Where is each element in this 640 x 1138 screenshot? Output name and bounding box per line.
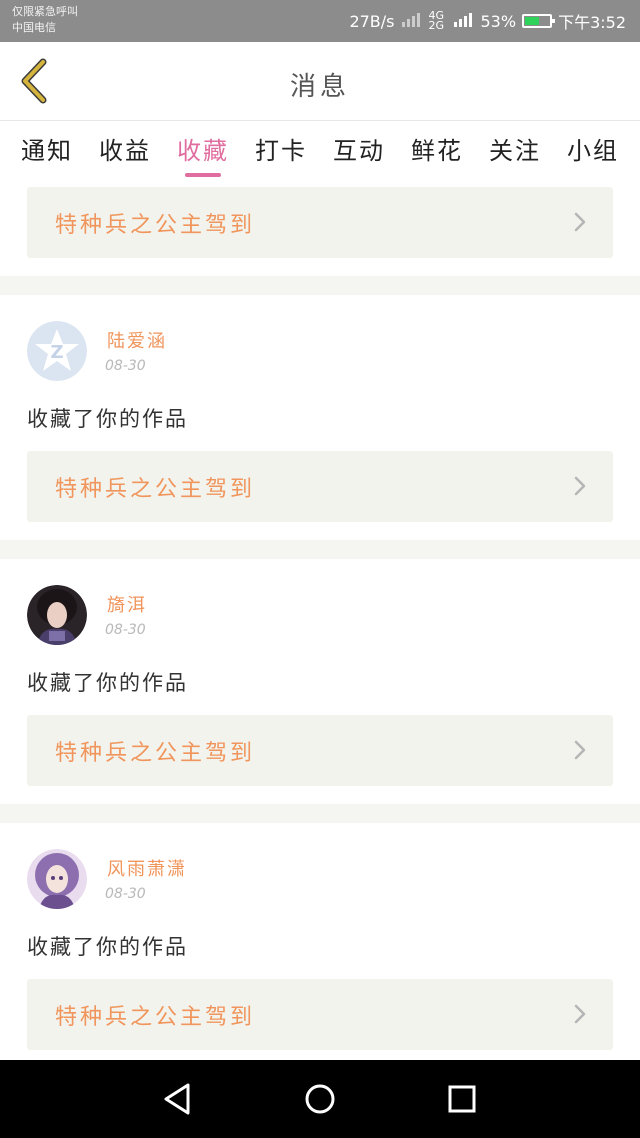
work-link[interactable]: 特种兵之公主驾到 bbox=[27, 451, 613, 522]
recents-nav-button[interactable] bbox=[442, 1079, 482, 1119]
chevron-right-icon bbox=[574, 476, 586, 496]
work-link[interactable]: 特种兵之公主驾到 bbox=[27, 715, 613, 786]
tab-label: 打卡 bbox=[255, 137, 307, 165]
work-title: 特种兵之公主驾到 bbox=[55, 1005, 256, 1030]
carrier-line-1: 仅限紧急呼叫 bbox=[12, 5, 78, 18]
work-title: 特种兵之公主驾到 bbox=[55, 741, 256, 766]
chevron-right-icon bbox=[574, 1004, 586, 1024]
tab-interaction[interactable]: 互动 bbox=[333, 121, 385, 181]
signal-icon bbox=[401, 10, 423, 32]
tab-label: 收益 bbox=[99, 137, 151, 165]
anime-avatar-icon bbox=[27, 849, 87, 909]
divider bbox=[0, 540, 640, 559]
date-text: 08-30 bbox=[105, 622, 146, 638]
network-type: 4G 2G bbox=[428, 9, 445, 32]
tab-bar: 通知 收益 收藏 打卡 互动 鲜花 关注 小组 bbox=[0, 121, 640, 181]
date-text: 08-30 bbox=[105, 886, 146, 902]
carrier-line-2: 中国电信 bbox=[12, 21, 56, 34]
avatar[interactable] bbox=[27, 849, 87, 909]
square-recents-icon bbox=[448, 1085, 476, 1113]
navigation-bar bbox=[0, 1060, 640, 1138]
work-title: 特种兵之公主驾到 bbox=[55, 477, 256, 502]
date-text: 08-30 bbox=[105, 358, 146, 374]
work-title: 特种兵之公主驾到 bbox=[55, 213, 256, 238]
tab-label: 鲜花 bbox=[411, 137, 463, 165]
svg-text:Z: Z bbox=[50, 342, 63, 363]
tab-label: 收藏 bbox=[177, 137, 229, 165]
list-item: 特种兵之公主驾到 bbox=[0, 181, 640, 276]
header: 消息 bbox=[0, 42, 640, 121]
user-name[interactable]: 陆爱涵 bbox=[107, 327, 167, 353]
divider bbox=[0, 276, 640, 295]
avatar[interactable] bbox=[27, 585, 87, 645]
divider bbox=[0, 804, 640, 823]
list-item: Z 陆爱涵 08-30 收藏了你的作品 特种兵之公主驾到 bbox=[0, 295, 640, 540]
chevron-right-icon bbox=[574, 212, 586, 232]
page-title: 消息 bbox=[289, 72, 350, 102]
tab-earnings[interactable]: 收益 bbox=[99, 121, 151, 181]
tab-group[interactable]: 小组 bbox=[567, 121, 619, 181]
home-nav-button[interactable] bbox=[300, 1079, 340, 1119]
circle-home-icon bbox=[305, 1084, 335, 1114]
tab-label: 互动 bbox=[333, 137, 385, 165]
back-nav-button[interactable] bbox=[158, 1079, 198, 1119]
status-indicators: 27B/s 4G 2G 53% 下午3:52 bbox=[349, 0, 626, 42]
user-name[interactable]: 旖洱 bbox=[107, 591, 147, 617]
signal-icon-2 bbox=[453, 10, 475, 32]
list-item: 旖洱 08-30 收藏了你的作品 特种兵之公主驾到 bbox=[0, 559, 640, 804]
user-photo-icon bbox=[27, 585, 87, 645]
message-text: 收藏了你的作品 bbox=[27, 407, 188, 431]
tab-label: 小组 bbox=[567, 137, 619, 165]
message-text: 收藏了你的作品 bbox=[27, 671, 188, 695]
clock: 下午3:52 bbox=[558, 13, 626, 32]
chevron-right-icon bbox=[574, 740, 586, 760]
message-text: 收藏了你的作品 bbox=[27, 935, 188, 959]
avatar[interactable]: Z bbox=[27, 321, 87, 381]
tab-notice[interactable]: 通知 bbox=[21, 121, 73, 181]
tab-follow[interactable]: 关注 bbox=[489, 121, 541, 181]
battery-icon bbox=[522, 14, 556, 28]
tab-checkin[interactable]: 打卡 bbox=[255, 121, 307, 181]
default-avatar-icon: Z bbox=[27, 321, 87, 381]
triangle-back-icon bbox=[164, 1083, 190, 1115]
tab-flowers[interactable]: 鲜花 bbox=[411, 121, 463, 181]
work-link[interactable]: 特种兵之公主驾到 bbox=[27, 187, 613, 258]
work-link[interactable]: 特种兵之公主驾到 bbox=[27, 979, 613, 1050]
list-item: 风雨萧潇 08-30 收藏了你的作品 特种兵之公主驾到 bbox=[0, 823, 640, 1068]
tab-label: 通知 bbox=[21, 137, 73, 165]
status-bar: 仅限紧急呼叫 中国电信 27B/s 4G 2G 53% 下午3:52 bbox=[0, 0, 640, 42]
user-name[interactable]: 风雨萧潇 bbox=[107, 855, 187, 881]
message-feed: 特种兵之公主驾到 Z 陆爱涵 08-30 收藏了你的作品 特种兵之公主驾到 旖洱… bbox=[0, 181, 640, 1068]
battery-percent: 53% bbox=[480, 11, 517, 31]
carrier-info: 仅限紧急呼叫 中国电信 bbox=[12, 4, 78, 36]
tab-label: 关注 bbox=[489, 137, 541, 165]
active-tab-indicator bbox=[185, 173, 221, 177]
net-speed: 27B/s bbox=[349, 11, 395, 31]
tab-favorites[interactable]: 收藏 bbox=[177, 121, 229, 181]
